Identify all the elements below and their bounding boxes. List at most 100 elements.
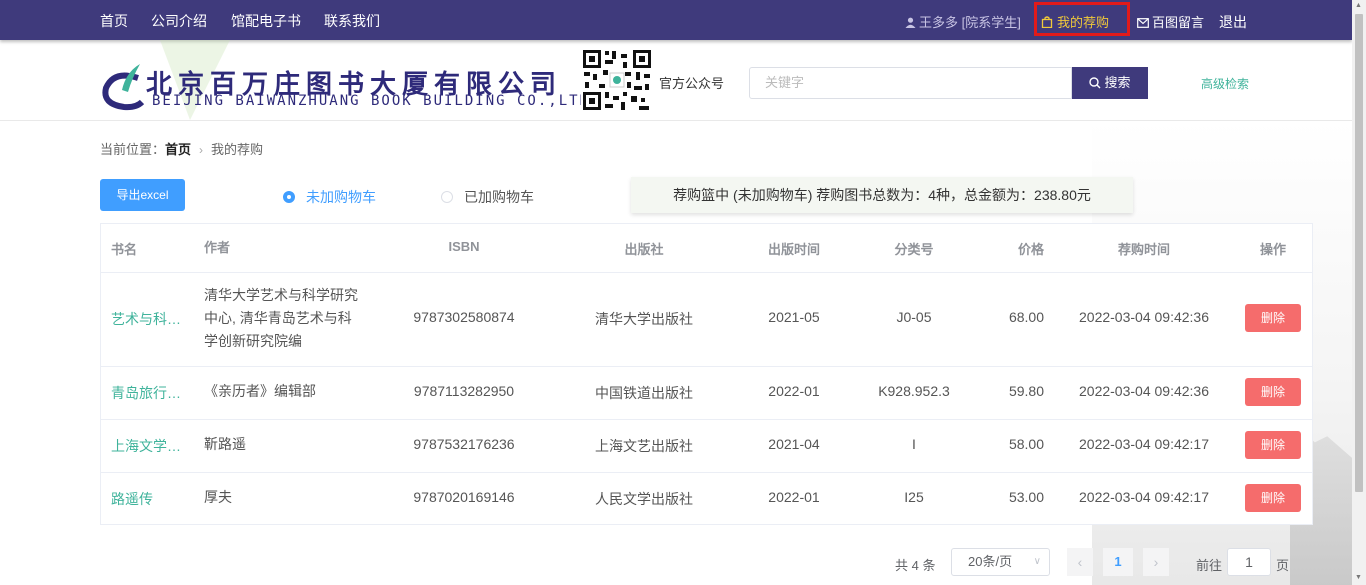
book-title-link[interactable]: 上海文学… [111, 436, 191, 456]
chevron-down-icon: ∨ [1033, 556, 1041, 567]
table-row: 上海文学… 靳路遥 9787532176236 上海文艺出版社 2021-04 … [101, 419, 1312, 473]
book-class-number: J0-05 [896, 309, 932, 325]
logout-link[interactable]: 退出 [1219, 12, 1247, 32]
nav-message[interactable]: 百图留言 [1137, 12, 1204, 31]
next-page-button[interactable]: › [1143, 548, 1169, 576]
breadcrumb: 当前位置：首页 › 我的荐购 [100, 139, 263, 158]
pagination-total: 共 4 条 [895, 558, 936, 573]
nav-item-contact[interactable]: 联系我们 [324, 11, 380, 31]
column-header: 价格 [1017, 242, 1044, 257]
book-isbn: 9787302580874 [413, 309, 515, 325]
radio-not-added[interactable]: 未加购物车 [283, 187, 376, 207]
mail-icon [1137, 18, 1149, 28]
radio-not-added-label: 未加购物车 [306, 189, 376, 205]
goto-prefix: 前往 [1196, 558, 1223, 573]
table-row: 艺术与科… 清华大学艺术与科学研究中心, 清华青岛艺术与科学创新研究院编 978… [101, 272, 1312, 367]
advanced-search-link[interactable]: 高级检索 [1201, 75, 1249, 92]
book-publish-date: 2022-01 [768, 383, 820, 399]
book-class-number: I [912, 436, 916, 452]
column-header: 出版社 [624, 242, 664, 257]
book-publish-date: 2021-05 [768, 309, 820, 325]
breadcrumb-home[interactable]: 首页 [165, 142, 191, 157]
breadcrumb-prefix: 当前位置： [100, 142, 166, 157]
book-price: 59.80 [1008, 383, 1044, 399]
table-header-row: 书名 作者 ISBN 出版社 出版时间 分类号 价格 荐购时间 操作 [101, 224, 1312, 273]
vertical-scrollbar[interactable]: ▲ ▼ [1352, 0, 1366, 585]
export-excel-button[interactable]: 导出excel [100, 179, 185, 211]
delete-button[interactable]: 删除 [1245, 431, 1301, 459]
scroll-up-icon[interactable]: ▲ [1355, 2, 1362, 9]
book-price: 68.00 [1008, 309, 1044, 325]
user-name: 王多多 [院系学生] [919, 15, 1021, 30]
bag-icon [1041, 16, 1053, 29]
book-publish-date: 2021-04 [768, 436, 820, 452]
table-row: 青岛旅行… 《亲历者》编辑部 9787113282950 中国铁道出版社 202… [101, 366, 1312, 420]
user-info[interactable]: 王多多 [院系学生] [905, 12, 1021, 31]
breadcrumb-current: 我的荐购 [211, 142, 264, 157]
recommend-time: 2022-03-04 09:42:17 [1079, 489, 1209, 505]
column-header: ISBN [448, 239, 480, 254]
column-header: 操作 [1259, 242, 1286, 257]
book-author: 《亲历者》编辑部 [204, 383, 316, 399]
radio-added[interactable]: 已加购物车 [441, 187, 534, 207]
nav-my-purchase[interactable]: 我的荐购 [1041, 12, 1109, 31]
delete-button[interactable]: 删除 [1245, 304, 1301, 332]
book-isbn: 9787532176236 [413, 436, 515, 452]
nav-item-home[interactable]: 首页 [100, 11, 128, 31]
chevron-right-icon: › [199, 143, 204, 157]
top-nav-bar: 首页 公司介绍 馆配电子书 联系我们 王多多 [院系学生] 我的荐购 百图留言 … [0, 0, 1352, 40]
column-header: 出版时间 [767, 242, 820, 257]
prev-page-button[interactable]: ‹ [1067, 548, 1093, 576]
search-button[interactable]: 搜索 [1072, 67, 1148, 99]
message-label: 百图留言 [1152, 15, 1205, 30]
scroll-down-icon[interactable]: ▼ [1355, 574, 1362, 581]
delete-button[interactable]: 删除 [1245, 378, 1301, 406]
book-title-link[interactable]: 青岛旅行… [111, 383, 191, 403]
my-purchase-label: 我的荐购 [1057, 15, 1110, 30]
company-logo[interactable]: 北京百万庄图书大厦有限公司 BEIJING BAIWANZHUANG BOOK … [100, 58, 598, 112]
radio-unchecked-icon [441, 191, 453, 203]
nav-item-ebooks[interactable]: 馆配电子书 [231, 11, 301, 31]
goto-page-input[interactable]: 1 [1227, 548, 1271, 576]
column-header: 分类号 [894, 242, 934, 257]
qr-code-icon [581, 48, 653, 112]
search-icon [1089, 77, 1101, 89]
column-header: 作者 [204, 240, 231, 255]
radio-checked-icon [283, 191, 295, 203]
recommend-time: 2022-03-04 09:42:36 [1079, 309, 1209, 325]
book-price: 53.00 [1008, 489, 1044, 505]
book-publisher: 人民文学出版社 [595, 491, 693, 507]
book-author: 清华大学艺术与科学研究中心, 清华青岛艺术与科学创新研究院编 [204, 287, 358, 349]
recommend-time: 2022-03-04 09:42:17 [1079, 436, 1209, 452]
page-size-value: 20条/页 [968, 554, 1013, 569]
delete-button[interactable]: 删除 [1245, 484, 1301, 512]
book-title-link[interactable]: 艺术与科… [111, 309, 191, 329]
search-button-label: 搜索 [1104, 75, 1131, 90]
chevron-right-icon: › [1153, 554, 1159, 570]
page-number-current[interactable]: 1 [1103, 548, 1133, 576]
user-icon [905, 17, 916, 28]
search-input[interactable]: 关键字 [749, 67, 1072, 99]
book-publisher: 清华大学出版社 [595, 311, 693, 327]
qr-label: 官方公众号 [659, 76, 725, 91]
logo-mark-icon [102, 64, 145, 111]
nav-item-about[interactable]: 公司介绍 [151, 11, 207, 31]
radio-added-label: 已加购物车 [464, 189, 534, 205]
scrollbar-thumb[interactable] [1355, 14, 1363, 492]
book-isbn: 9787020169146 [413, 489, 515, 505]
page-size-select[interactable]: 20条/页 ∨ [951, 548, 1050, 576]
book-publish-date: 2022-01 [768, 489, 820, 505]
purchase-table: 书名 作者 ISBN 出版社 出版时间 分类号 价格 荐购时间 操作 艺术与科…… [100, 223, 1313, 525]
goto-suffix: 页 [1276, 558, 1290, 573]
book-publisher: 上海文艺出版社 [595, 438, 693, 454]
book-class-number: K928.952.3 [878, 383, 950, 399]
book-author: 厚夫 [204, 489, 232, 505]
summary-banner: 荐购篮中 (未加购物车) 荐购图书总数为：4种，总金额为：238.80元 [631, 177, 1133, 213]
column-header: 书名 [111, 242, 138, 257]
book-author: 靳路遥 [204, 436, 246, 452]
chevron-left-icon: ‹ [1077, 554, 1083, 570]
book-publisher: 中国铁道出版社 [595, 385, 693, 401]
book-price: 58.00 [1008, 436, 1044, 452]
book-title-link[interactable]: 路遥传 [111, 489, 191, 509]
recommend-time: 2022-03-04 09:42:36 [1079, 383, 1209, 399]
